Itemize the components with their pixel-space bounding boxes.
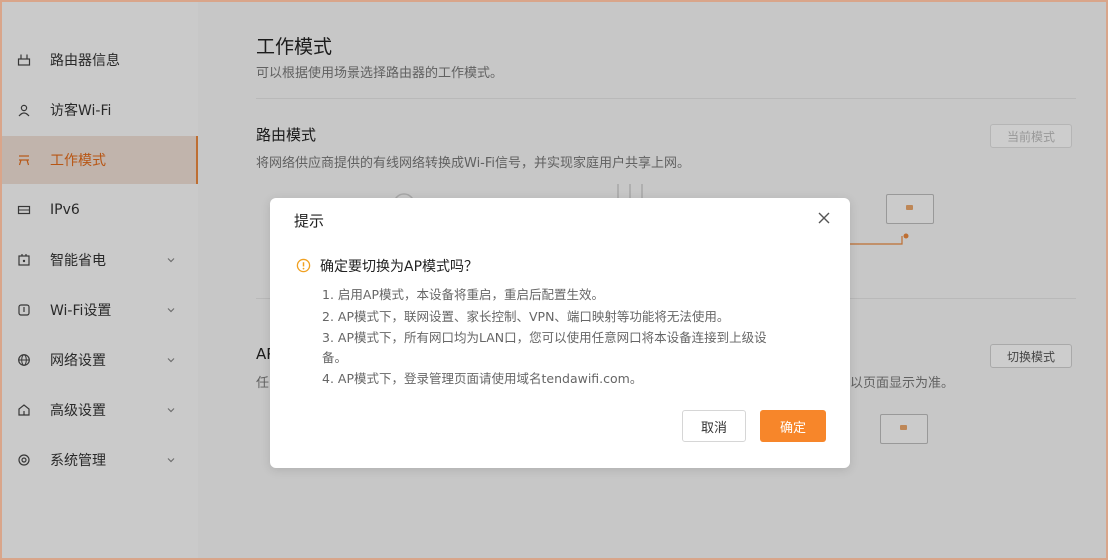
dialog-title: 提示: [294, 212, 325, 230]
confirm-dialog: 提示 确定要切换为AP模式吗？ 1. 启用AP模式，本设备将重启，重启后配置生效…: [270, 198, 850, 468]
cancel-button[interactable]: 取消: [682, 410, 746, 442]
dialog-question: 确定要切换为AP模式吗？: [320, 259, 479, 275]
close-icon[interactable]: [816, 210, 832, 226]
dialog-note-line: 备。: [322, 350, 348, 365]
confirm-button[interactable]: 确定: [760, 410, 826, 442]
dialog-note-line: 3. AP模式下，所有网口均为LAN口，您可以使用任意网口将本设备连接到上级设: [322, 330, 767, 345]
dialog-note-line: 4. AP模式下，登录管理页面请使用域名tendawifi.com。: [322, 371, 643, 386]
dialog-note-line: 1. 启用AP模式，本设备将重启，重启后配置生效。: [322, 287, 604, 302]
app-frame: 路由器信息 访客Wi-Fi 工作模式 IPv6 智能省电 Wi-Fi设置 网络设…: [2, 2, 1106, 558]
dialog-note-line: 2. AP模式下，联网设置、家长控制、VPN、端口映射等功能将无法使用。: [322, 309, 730, 324]
warning-icon: [296, 258, 311, 273]
